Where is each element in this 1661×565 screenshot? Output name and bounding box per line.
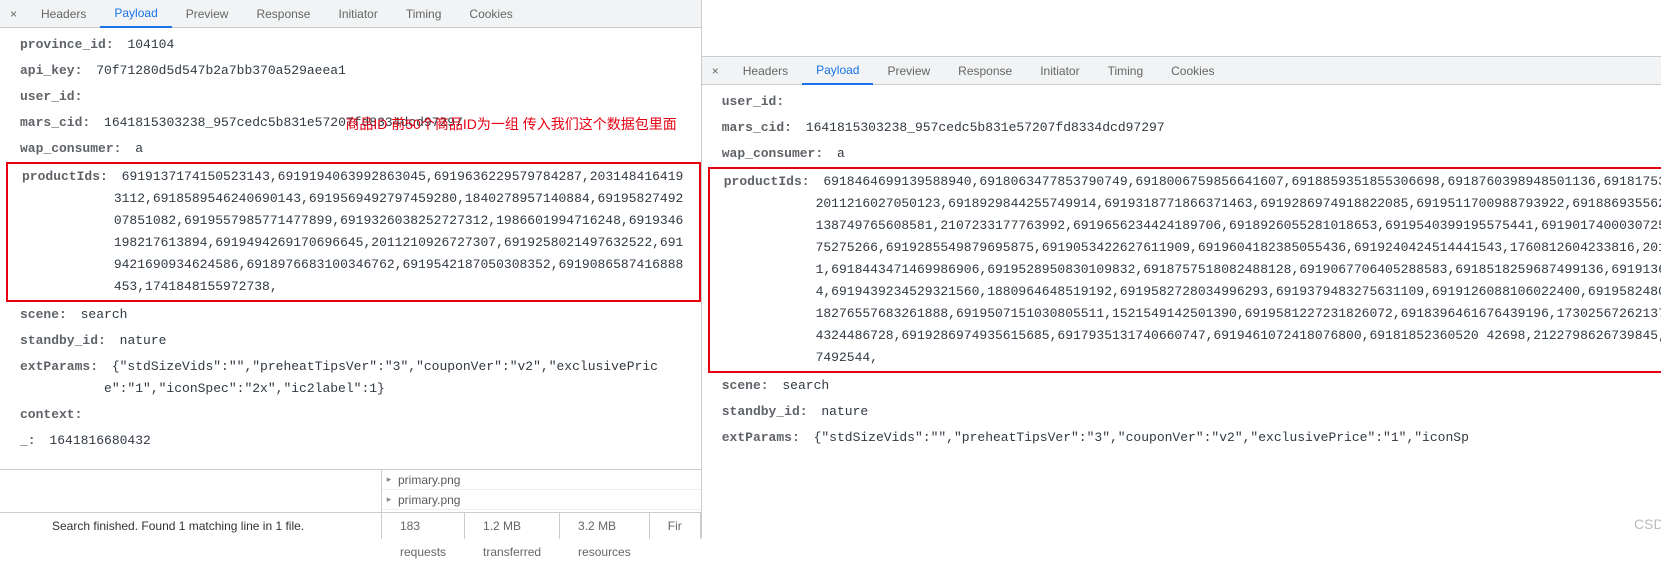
- value: {"stdSizeVids":"","preheatTipsVer":"3","…: [104, 356, 701, 400]
- tab-preview[interactable]: Preview: [873, 57, 944, 85]
- search-status: Search finished. Found 1 matching line i…: [0, 513, 382, 539]
- tab-response[interactable]: Response: [242, 0, 324, 28]
- key: user_id:: [722, 91, 790, 113]
- tab-preview[interactable]: Preview: [172, 0, 243, 28]
- key: wap_consumer:: [20, 138, 127, 160]
- value: search: [73, 304, 136, 326]
- value: 6919137174150523143,6919194063992863045,…: [114, 166, 699, 298]
- tab-initiator[interactable]: Initiator: [324, 0, 391, 28]
- left-bottom-bar: ▸primary.png ▸primary.png Search finishe…: [0, 469, 701, 538]
- key: standby_id:: [722, 401, 814, 423]
- key: context:: [20, 404, 88, 426]
- value: 70f71280d5d547b2a7bb370a529aeea1: [88, 60, 353, 82]
- tab-headers[interactable]: Headers: [729, 57, 802, 85]
- field-row: standby_id: nature: [708, 399, 1661, 425]
- value: nature: [814, 401, 877, 423]
- right-payload-body: user_id: mars_cid: 1641815303238_957cedc…: [702, 85, 1661, 538]
- tab-payload[interactable]: Payload: [100, 0, 171, 28]
- key: _:: [20, 430, 42, 452]
- field-row: extParams: {"stdSizeVids":"","preheatTip…: [6, 354, 701, 402]
- tab-response[interactable]: Response: [944, 57, 1026, 85]
- tab-timing[interactable]: Timing: [392, 0, 456, 28]
- network-meta: 183 requests 1.2 MB transferred 3.2 MB r…: [382, 513, 701, 539]
- field-row: _: 1641816680432: [6, 428, 701, 454]
- field-row: extParams: {"stdSizeVids":"","preheatTip…: [708, 425, 1661, 451]
- tab-timing[interactable]: Timing: [1094, 57, 1158, 85]
- field-row: province_id: 104104: [6, 32, 701, 58]
- close-icon[interactable]: ×: [702, 64, 729, 78]
- left-tabs: × Headers Payload Preview Response Initi…: [0, 0, 701, 28]
- field-row: user_id:: [708, 89, 1661, 115]
- key: user_id:: [20, 86, 88, 108]
- tab-payload[interactable]: Payload: [802, 57, 873, 85]
- field-row: api_key: 70f71280d5d547b2a7bb370a529aeea…: [6, 58, 701, 84]
- key: mars_cid:: [20, 112, 96, 134]
- value: 1641815303238_957cedc5b831e57207fd8334dc…: [798, 117, 1173, 139]
- field-row: wap_consumer: a: [708, 141, 1661, 167]
- field-row-productids: productIds: 6918464699139588940,69180634…: [708, 167, 1661, 373]
- value: a: [127, 138, 151, 160]
- key: api_key:: [20, 60, 88, 82]
- value: 6918464699139588940,6918063477853790749,…: [816, 171, 1661, 369]
- value: a: [829, 143, 853, 165]
- key: extParams:: [20, 356, 104, 378]
- right-filter-checkboxes: Group by frame Capture screenshots: [702, 0, 1661, 57]
- key: productIds:: [22, 166, 114, 188]
- annotation-text: 商品ID 前50个商品ID为一组 传入我们这个数据包里面: [345, 114, 676, 134]
- chevron-right-icon: ▸: [382, 474, 396, 485]
- search-results: ▸primary.png ▸primary.png: [382, 470, 701, 512]
- value: {"stdSizeVids":"","preheatTipsVer":"3","…: [806, 427, 1477, 449]
- key: province_id:: [20, 34, 120, 56]
- value: nature: [112, 330, 175, 352]
- right-tabs: × Headers Payload Preview Response Initi…: [702, 57, 1661, 85]
- csdn-watermark: CSDN @魔王不会哭: [1634, 514, 1661, 534]
- field-row-productids: productIds: 6919137174150523143,69191940…: [6, 162, 701, 302]
- field-row: wap_consumer: a: [6, 136, 701, 162]
- key: extParams:: [722, 427, 806, 449]
- value: search: [775, 375, 838, 397]
- value: 104104: [120, 34, 183, 56]
- field-row: scene: search: [6, 302, 701, 328]
- tab-headers[interactable]: Headers: [27, 0, 100, 28]
- value: 1641816680432: [42, 430, 159, 452]
- close-icon[interactable]: ×: [0, 7, 27, 21]
- tab-cookies[interactable]: Cookies: [455, 0, 526, 28]
- tab-initiator[interactable]: Initiator: [1026, 57, 1093, 85]
- list-item[interactable]: ▸primary.png: [382, 470, 701, 490]
- field-row: context:: [6, 402, 701, 428]
- key: wap_consumer:: [722, 143, 829, 165]
- field-row: user_id:: [6, 84, 701, 110]
- key: productIds:: [724, 171, 816, 193]
- chevron-right-icon: ▸: [382, 494, 396, 505]
- list-item[interactable]: ▸primary.png: [382, 490, 701, 510]
- key: mars_cid:: [722, 117, 798, 139]
- left-payload-body: province_id: 104104 api_key: 70f71280d5d…: [0, 28, 701, 469]
- key: scene:: [20, 304, 73, 326]
- field-row: scene: search: [708, 373, 1661, 399]
- field-row: standby_id: nature: [6, 328, 701, 354]
- key: scene:: [722, 375, 775, 397]
- field-row: mars_cid: 1641815303238_957cedc5b831e572…: [708, 115, 1661, 141]
- tab-cookies[interactable]: Cookies: [1157, 57, 1228, 85]
- key: standby_id:: [20, 330, 112, 352]
